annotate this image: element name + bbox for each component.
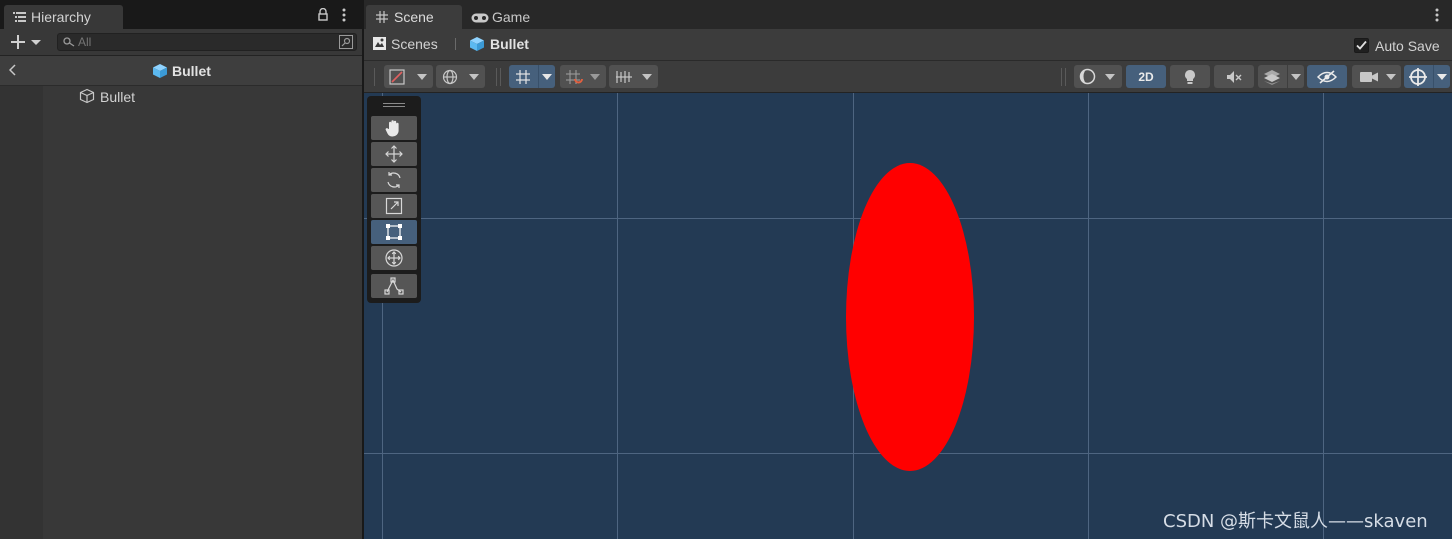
back-chevron-icon[interactable] [9,64,17,76]
lock-icon[interactable] [318,8,328,21]
draw-mode-dropdown[interactable] [384,65,433,88]
speaker-mute-icon [1225,69,1243,85]
scene-grid-canvas [364,93,1452,539]
rect-transform-icon [385,223,403,241]
grid-snapping-toggle[interactable] [509,65,555,88]
grid-snap-icon [515,69,531,85]
breadcrumb-separator [455,38,456,50]
hierarchy-tab-bar: Hierarchy [0,0,362,29]
move-arrows-icon [385,145,403,163]
gameobject-cube-icon [79,88,95,104]
watermark-text: CSDN @斯卡文鼠人——skaven [1163,511,1428,532]
search-scene-icon[interactable] [339,35,353,49]
scene-view-dropdown[interactable] [436,65,485,88]
toolbar-separator [1061,68,1062,86]
toolbar-separator [1065,68,1066,86]
custom-editor-tool-button[interactable] [371,274,417,298]
search-icon [63,37,75,47]
auto-save-label: Auto Save [1375,38,1440,54]
hierarchy-prefab-breadcrumb: Bullet [0,56,362,86]
scene-asset-icon [372,36,387,51]
shading-mode-dropdown[interactable] [1074,65,1122,88]
lighting-toggle[interactable] [1170,65,1210,88]
layers-effects-icon [1263,69,1281,85]
video-camera-icon [1360,71,1378,83]
tab-game[interactable]: Game [464,5,554,29]
tab-hierarchy-label: Hierarchy [31,9,91,25]
prefab-cube-icon [469,36,485,52]
rotate-tool-button[interactable] [371,168,417,192]
transform-tool-button[interactable] [371,246,417,270]
search-input[interactable] [78,34,328,50]
bullet-sprite[interactable] [846,163,974,471]
tab-game-label: Game [492,9,531,25]
hand-tool-button[interactable] [371,116,417,140]
list-item-label: Bullet [100,89,136,105]
prefab-cube-icon [152,63,168,79]
hierarchy-panel: Hierarchy Bullet [0,0,362,539]
tab-hierarchy[interactable]: Hierarchy [4,5,123,29]
scene-toolbar: 2D [364,61,1452,93]
palette-drag-handle[interactable] [383,102,405,108]
hand-icon [384,118,404,138]
hierarchy-search-field[interactable] [57,33,357,51]
draw-mode-icon [389,69,405,85]
gamepad-icon [471,13,489,23]
scene-viewport[interactable]: CSDN @斯卡文鼠人——skaven [364,93,1452,539]
grid-visibility-dropdown[interactable] [609,65,658,88]
gizmo-crosshair-icon [1409,68,1427,86]
toolbar-separator [496,68,497,86]
tab-scene-label: Scene [394,9,434,25]
rotate-icon [385,171,403,189]
tool-palette [367,96,421,303]
camera-settings-dropdown[interactable] [1352,65,1401,88]
transform-combined-icon [384,248,404,268]
create-plus-icon[interactable] [10,34,42,50]
globe-icon [442,69,458,85]
effects-dropdown[interactable] [1258,65,1304,88]
gizmos-dropdown[interactable] [1404,65,1450,88]
eye-hidden-icon [1317,70,1337,84]
rect-tool-button[interactable] [371,220,417,244]
kebab-menu-icon[interactable] [342,8,346,22]
kebab-menu-icon[interactable] [1435,8,1439,22]
scene-breadcrumb-bar: Scenes Bullet Auto Save [364,29,1452,61]
2d-mode-label: 2D [1138,70,1154,84]
snap-magnet-icon [565,69,583,85]
grid-hash-icon [376,11,388,23]
scene-visibility-toggle[interactable] [1307,65,1347,88]
toolbar-grip [374,68,375,86]
scene-panel: Scene Game Scenes Bullet Auto Save 2D CS… [364,0,1452,539]
auto-save-checkbox[interactable] [1354,38,1369,53]
tab-scene[interactable]: Scene [366,5,462,29]
breadcrumb-prefab[interactable]: Bullet [490,36,529,52]
list-item[interactable]: Bullet [43,86,362,107]
custom-path-tool-icon [384,276,404,296]
hierarchy-gutter [0,86,43,539]
breadcrumb-scenes[interactable]: Scenes [391,36,438,52]
increment-snapping-dropdown[interactable] [560,65,606,88]
scene-tab-bar: Scene Game [364,0,1452,29]
shading-sphere-icon [1079,68,1096,85]
toolbar-separator [500,68,501,86]
audio-toggle[interactable] [1214,65,1254,88]
hierarchy-list-icon [13,12,26,23]
hierarchy-tree: Bullet [0,86,362,539]
lightbulb-icon [1182,69,1198,85]
scale-tool-button[interactable] [371,194,417,218]
scale-icon [385,197,403,215]
ruler-grid-icon [615,70,633,84]
2d-mode-toggle[interactable]: 2D [1126,65,1166,88]
move-tool-button[interactable] [371,142,417,166]
prefab-breadcrumb-label[interactable]: Bullet [172,63,211,79]
